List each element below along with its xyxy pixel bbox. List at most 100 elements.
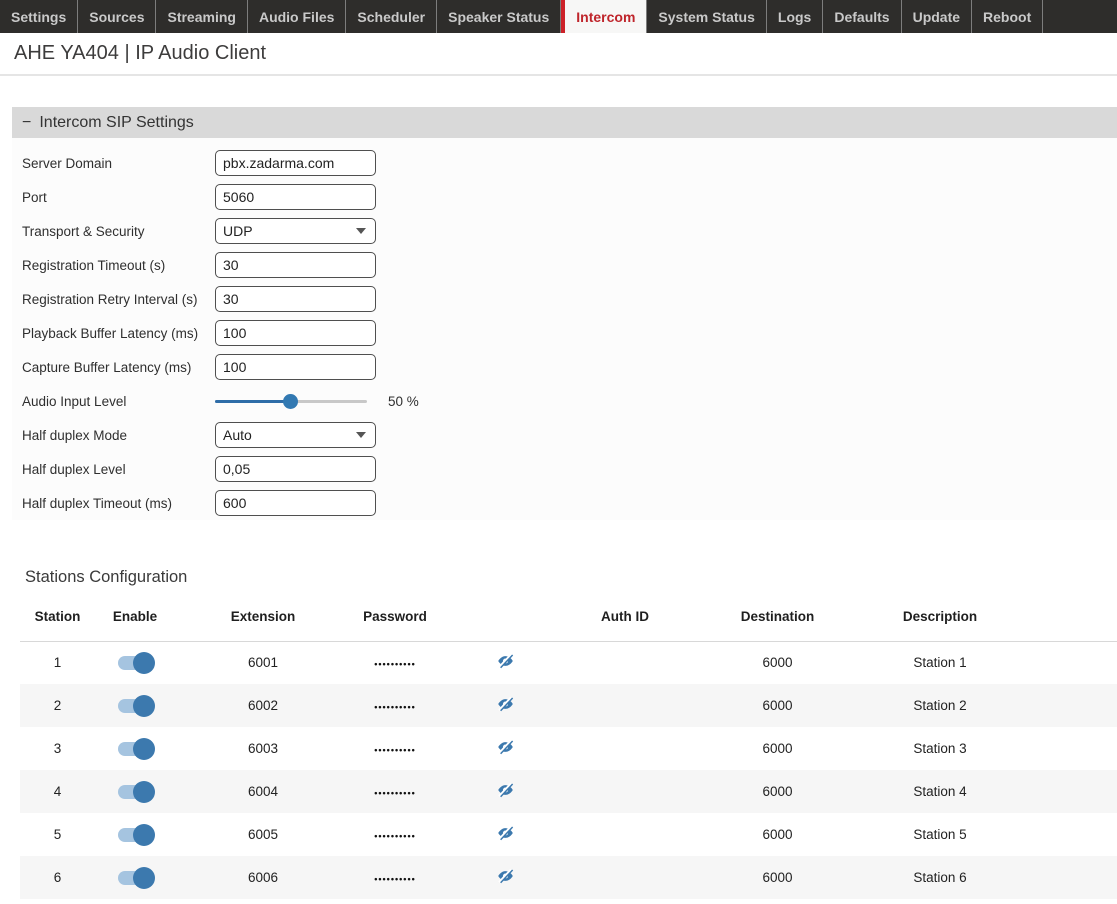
half-duplex-level-input[interactable]	[215, 456, 376, 482]
enable-toggle[interactable]	[118, 742, 152, 756]
station-row-4: 46004••••••••••6000Station 4	[20, 770, 1117, 813]
server-domain-input[interactable]	[215, 150, 376, 176]
station-row-3: 36003••••••••••6000Station 3	[20, 727, 1117, 770]
tab-settings[interactable]: Settings	[0, 0, 78, 33]
transport-security-select-value: UDP	[223, 223, 253, 239]
toggle-knob[interactable]	[133, 738, 155, 760]
password-mask: ••••••••••	[374, 874, 416, 884]
stations-table: StationEnableExtensionPasswordAuth IDDes…	[20, 593, 1117, 899]
tab-speaker-status[interactable]: Speaker Status	[437, 0, 561, 33]
half-duplex-timeout-ms-input[interactable]	[215, 490, 376, 516]
destination-cell: 6000	[700, 684, 855, 727]
eye-off-icon[interactable]	[495, 652, 516, 670]
enable-cell	[95, 727, 175, 770]
transport-security-row: Transport & Security UDP	[22, 214, 1117, 248]
column-header-description: Description	[855, 593, 1117, 641]
destination-cell: 6000	[700, 856, 855, 899]
enable-toggle[interactable]	[118, 785, 152, 799]
toggle-knob[interactable]	[133, 781, 155, 803]
eye-off-icon[interactable]	[495, 738, 516, 756]
registration-timeout-s-label: Registration Timeout (s)	[22, 258, 215, 273]
tab-intercom[interactable]: Intercom	[561, 0, 647, 33]
password-visibility-cell	[460, 641, 550, 684]
registration-retry-interval-s-input[interactable]	[215, 286, 376, 312]
extension-cell: 6002	[175, 684, 330, 727]
title-bar: AHE YA404 | IP Audio Client	[0, 33, 1117, 76]
sip-settings-panel: − Intercom SIP Settings Server DomainPor…	[12, 107, 1117, 520]
station-number-cell: 1	[20, 641, 95, 684]
stations-title: Stations Configuration	[25, 568, 1117, 587]
auth-id-cell	[550, 813, 700, 856]
audio-input-level-slider[interactable]	[215, 394, 367, 409]
port-row: Port	[22, 180, 1117, 214]
half-duplex-timeout-ms-label: Half duplex Timeout (ms)	[22, 496, 215, 511]
minus-icon[interactable]: −	[22, 114, 31, 132]
half-duplex-timeout-ms-row: Half duplex Timeout (ms)	[22, 486, 1117, 520]
sip-panel-body: Server DomainPortTransport & SecurityUDP…	[12, 138, 1117, 520]
toggle-knob[interactable]	[133, 652, 155, 674]
port-input[interactable]	[215, 184, 376, 210]
registration-retry-interval-s-label: Registration Retry Interval (s)	[22, 292, 215, 307]
eye-off-icon[interactable]	[495, 781, 516, 799]
capture-buffer-latency-ms-row: Capture Buffer Latency (ms)	[22, 350, 1117, 384]
destination-cell: 6000	[700, 727, 855, 770]
toggle-knob[interactable]	[133, 824, 155, 846]
password-cell: ••••••••••	[330, 813, 460, 856]
station-number-cell: 6	[20, 856, 95, 899]
enable-toggle[interactable]	[118, 699, 152, 713]
enable-cell	[95, 770, 175, 813]
password-cell: ••••••••••	[330, 641, 460, 684]
station-row-2: 26002••••••••••6000Station 2	[20, 684, 1117, 727]
column-header-password: Password	[330, 593, 460, 641]
sip-panel-header[interactable]: − Intercom SIP Settings	[12, 107, 1117, 138]
tab-reboot[interactable]: Reboot	[972, 0, 1043, 33]
tab-sources[interactable]: Sources	[78, 0, 156, 33]
enable-cell	[95, 813, 175, 856]
enable-toggle[interactable]	[118, 828, 152, 842]
eye-off-icon[interactable]	[495, 867, 516, 885]
password-mask: ••••••••••	[374, 831, 416, 841]
half-duplex-mode-select[interactable]: Auto	[215, 422, 376, 448]
eye-off-icon[interactable]	[495, 824, 516, 842]
eye-off-icon[interactable]	[495, 695, 516, 713]
registration-retry-interval-s-row: Registration Retry Interval (s)	[22, 282, 1117, 316]
enable-toggle[interactable]	[118, 656, 152, 670]
password-cell: ••••••••••	[330, 684, 460, 727]
tab-streaming[interactable]: Streaming	[156, 0, 247, 33]
enable-toggle[interactable]	[118, 871, 152, 885]
auth-id-cell	[550, 770, 700, 813]
registration-timeout-s-input[interactable]	[215, 252, 376, 278]
password-visibility-cell	[460, 727, 550, 770]
column-header-enable: Enable	[95, 593, 175, 641]
extension-cell: 6003	[175, 727, 330, 770]
extension-cell: 6005	[175, 813, 330, 856]
toggle-knob[interactable]	[133, 695, 155, 717]
tab-defaults[interactable]: Defaults	[823, 0, 901, 33]
toggle-knob[interactable]	[133, 867, 155, 889]
enable-cell	[95, 856, 175, 899]
capture-buffer-latency-ms-label: Capture Buffer Latency (ms)	[22, 360, 215, 375]
station-number-cell: 3	[20, 727, 95, 770]
tab-update[interactable]: Update	[902, 0, 972, 33]
playback-buffer-latency-ms-row: Playback Buffer Latency (ms)	[22, 316, 1117, 350]
audio-input-level-row: Audio Input Level50 %	[22, 384, 1117, 418]
tab-system-status[interactable]: System Status	[647, 0, 766, 33]
password-mask: ••••••••••	[374, 702, 416, 712]
transport-security-select[interactable]: UDP	[215, 218, 376, 244]
description-cell: Station 2	[855, 684, 1117, 727]
transport-security-label: Transport & Security	[22, 224, 215, 239]
tab-audio-files[interactable]: Audio Files	[248, 0, 346, 33]
chevron-down-icon	[356, 432, 366, 438]
column-header-auth-id: Auth ID	[550, 593, 700, 641]
tab-logs[interactable]: Logs	[767, 0, 823, 33]
half-duplex-level-label: Half duplex Level	[22, 462, 215, 477]
description-cell: Station 1	[855, 641, 1117, 684]
audio-input-level-slider-thumb[interactable]	[283, 394, 298, 409]
tab-scheduler[interactable]: Scheduler	[346, 0, 437, 33]
destination-cell: 6000	[700, 641, 855, 684]
capture-buffer-latency-ms-input[interactable]	[215, 354, 376, 380]
description-cell: Station 6	[855, 856, 1117, 899]
password-cell: ••••••••••	[330, 727, 460, 770]
playback-buffer-latency-ms-input[interactable]	[215, 320, 376, 346]
sip-panel-title: Intercom SIP Settings	[39, 114, 193, 132]
